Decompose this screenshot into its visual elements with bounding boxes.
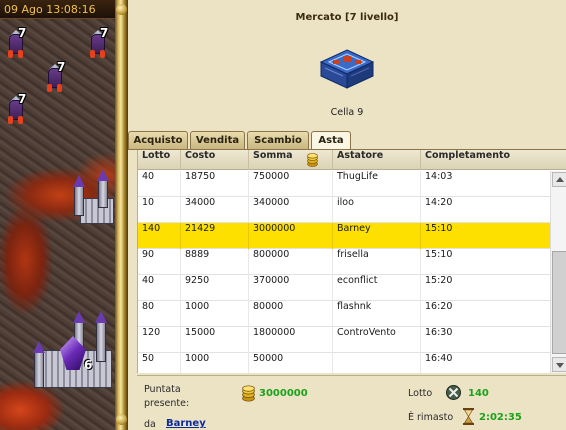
col-lotto[interactable]: Lotto (138, 150, 181, 170)
table-body: 40 18750 750000 ThugLife 14:03 10 34000 … (138, 171, 550, 373)
unit-count: 7 (57, 60, 66, 74)
lot-crossed-swords-icon (446, 385, 461, 400)
cell-lotto: 50 (138, 353, 181, 373)
col-costo[interactable]: Costo (181, 150, 249, 170)
cell-astatore: frisella (333, 249, 421, 275)
col-astatore[interactable]: Astatore (333, 150, 421, 170)
cell-lotto: 120 (138, 327, 181, 353)
cell-astatore: ControVento (333, 327, 421, 353)
scroll-down-button[interactable] (552, 357, 566, 372)
table-row-selected[interactable]: 140 21429 3000000 Barney 15:10 (138, 223, 550, 249)
cell-somma: 80000 (249, 301, 333, 327)
game-map[interactable]: 09 Ago 13:08:16 7 7 7 7 6 (0, 0, 115, 430)
table-row[interactable]: 90 8889 800000 frisella 15:10 (138, 249, 550, 275)
city-level: 6 (84, 358, 93, 372)
tab-acquisto[interactable]: Acquisto (128, 131, 188, 149)
cell-costo: 15000 (181, 327, 249, 353)
cell-completamento: 15:10 (425, 249, 453, 260)
cell-somma: 750000 (249, 171, 333, 197)
gold-coins-icon (242, 385, 255, 402)
cell-completamento: 15:10 (425, 223, 453, 234)
auction-table: Lotto Costo Somma Astatore Completamento… (137, 150, 566, 373)
unit-count: 7 (100, 26, 109, 40)
cell-costo: 1000 (181, 301, 249, 327)
market-panel: Mercato [7 livello] Cella 9 Acquisto Ven… (128, 0, 566, 430)
cell-costo: 9250 (181, 275, 249, 301)
cell-somma: 50000 (249, 353, 333, 373)
table-row[interactable]: 40 18750 750000 ThugLife 14:03 (138, 171, 550, 197)
cell-somma: 800000 (249, 249, 333, 275)
table-row[interactable]: 50 1000 50000 16:40 (138, 353, 550, 373)
cell-completamento: 14:03 (425, 171, 453, 182)
market-tabs: Acquisto Vendita Scambio Asta (128, 131, 566, 150)
cell-costo: 18750 (181, 171, 249, 197)
cell-lotto: 40 (138, 171, 181, 197)
cell-lotto: 40 (138, 275, 181, 301)
cell-lotto: 10 (138, 197, 181, 223)
auction-details: Puntata presente: 3000000 da Barney Lott… (137, 375, 566, 430)
cell-completamento: 16:30 (425, 327, 453, 338)
cell-astatore: econflict (333, 275, 421, 301)
table-row[interactable]: 10 34000 340000 iloo 14:20 (138, 197, 550, 223)
table-row[interactable]: 40 9250 370000 econflict 15:20 (138, 275, 550, 301)
unit-count: 7 (18, 26, 27, 40)
lot-value: 140 (468, 388, 489, 399)
cell-astatore: Barney (333, 223, 421, 249)
col-completamento[interactable]: Completamento (421, 150, 566, 170)
col-somma[interactable]: Somma (249, 150, 333, 170)
unit-count: 7 (18, 92, 27, 106)
cell-completamento: 15:20 (425, 275, 453, 286)
cell-costo: 8889 (181, 249, 249, 275)
army-unit[interactable]: 7 (5, 92, 27, 126)
cell-completamento: 16:20 (425, 301, 453, 312)
cell-astatore: iloo (333, 197, 421, 223)
server-clock: 09 Ago 13:08:16 (0, 0, 115, 19)
table-scrollbar[interactable] (550, 171, 566, 373)
page-title: Mercato [7 livello] (295, 12, 399, 23)
bidder-link[interactable]: Barney (166, 418, 206, 429)
tab-vendita[interactable]: Vendita (190, 131, 245, 149)
panel-frame (115, 0, 128, 430)
by-label: da (144, 419, 156, 430)
hourglass-icon (463, 408, 474, 425)
cell-somma: 1800000 (249, 327, 333, 353)
table-row[interactable]: 120 15000 1800000 ControVento 16:30 (138, 327, 550, 353)
cell-somma: 3000000 (249, 223, 333, 249)
remaining-value: 2:02:35 (479, 412, 522, 423)
cell-astatore (333, 353, 421, 373)
table-header: Lotto Costo Somma Astatore Completamento (138, 150, 566, 170)
gold-coins-icon (307, 153, 318, 167)
market-building-icon (319, 49, 375, 89)
lot-label: Lotto (408, 388, 433, 399)
cell-astatore: ThugLife (333, 171, 421, 197)
table-row[interactable]: 80 1000 80000 flashnk 16:20 (138, 301, 550, 327)
army-unit[interactable]: 7 (87, 26, 109, 60)
remaining-label: È rimasto (408, 412, 454, 423)
bid-value: 3000000 (259, 388, 308, 399)
army-unit[interactable]: 7 (44, 60, 66, 94)
cell-lotto: 90 (138, 249, 181, 275)
cell-somma: 370000 (249, 275, 333, 301)
cell-costo: 34000 (181, 197, 249, 223)
cell-astatore: flashnk (333, 301, 421, 327)
cell-completamento: 14:20 (425, 197, 453, 208)
bid-label: Puntata presente: (144, 384, 190, 409)
cell-completamento: 16:40 (425, 353, 453, 364)
cell-costo: 21429 (181, 223, 249, 249)
scroll-thumb[interactable] (552, 251, 566, 354)
cell-somma: 340000 (249, 197, 333, 223)
army-unit[interactable]: 7 (5, 26, 27, 60)
scroll-up-button[interactable] (552, 172, 566, 187)
tab-scambio[interactable]: Scambio (247, 131, 309, 149)
building-name: Cella 9 (330, 107, 364, 118)
cell-costo: 1000 (181, 353, 249, 373)
cell-lotto: 80 (138, 301, 181, 327)
tab-asta[interactable]: Asta (311, 131, 351, 150)
cell-lotto: 140 (138, 223, 181, 249)
